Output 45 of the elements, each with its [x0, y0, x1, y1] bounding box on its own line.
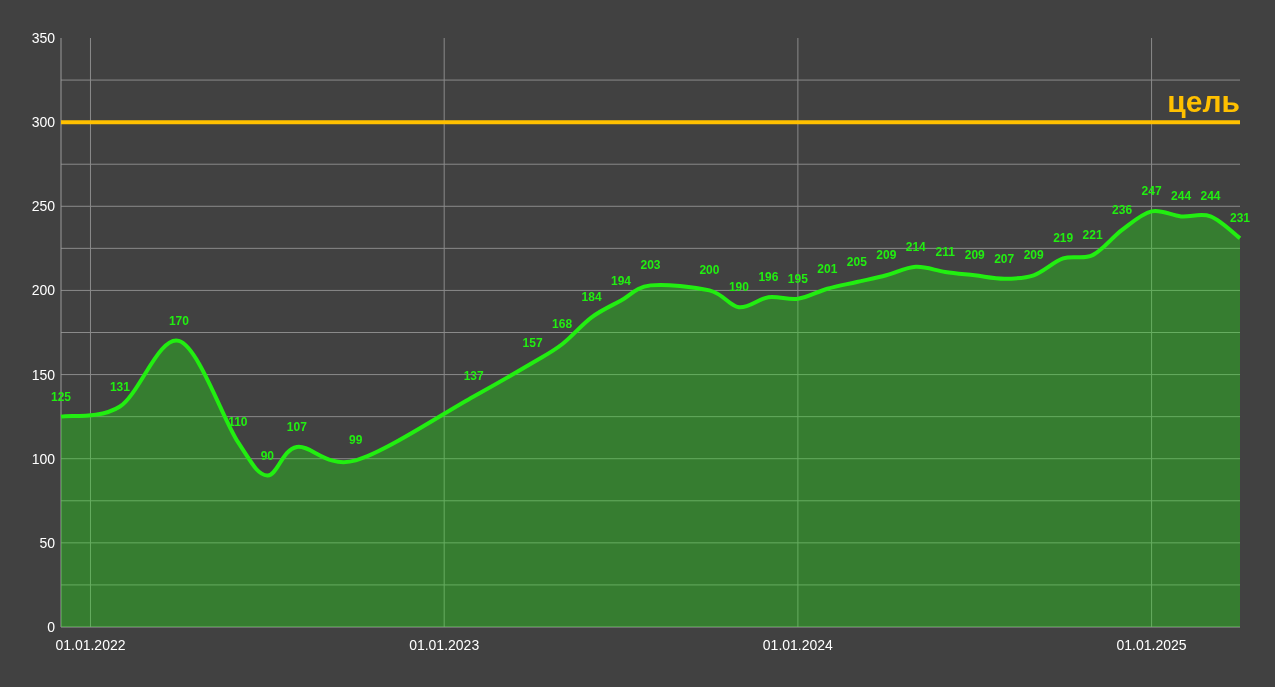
x-tick-label: 01.01.2024 — [762, 637, 833, 653]
data-label: 211 — [935, 244, 955, 259]
y-tick-label: 250 — [31, 198, 55, 215]
data-label: 170 — [168, 313, 189, 328]
data-label: 244 — [1200, 189, 1221, 204]
data-label: 110 — [228, 414, 248, 429]
data-label: 205 — [846, 255, 867, 269]
data-label: 196 — [758, 270, 779, 285]
data-label: 231 — [1230, 211, 1250, 226]
data-label: 201 — [817, 261, 838, 276]
data-label: 195 — [787, 271, 808, 286]
data-label: 214 — [905, 239, 926, 254]
y-tick-label: 300 — [31, 114, 55, 131]
data-label: 207 — [994, 251, 1015, 266]
data-label: 236 — [1112, 202, 1133, 217]
data-label: 157 — [522, 335, 543, 350]
data-label: 99 — [349, 433, 363, 448]
y-tick-label: 200 — [31, 282, 55, 299]
data-label: 219 — [1053, 231, 1074, 246]
data-label: 137 — [463, 369, 484, 384]
data-label: 200 — [699, 263, 720, 278]
x-tick-label: 01.01.2022 — [55, 637, 126, 653]
data-label: 168 — [552, 317, 573, 332]
x-tick-label: 01.01.2023 — [409, 637, 480, 653]
data-label: 194 — [611, 273, 632, 288]
data-label: 247 — [1141, 184, 1162, 199]
data-label: 221 — [1082, 228, 1103, 243]
y-tick-label: 50 — [39, 534, 55, 551]
data-label: 190 — [728, 280, 749, 295]
data-label: 184 — [581, 290, 602, 305]
y-tick-label: 350 — [31, 30, 55, 46]
y-tick-label: 150 — [31, 366, 55, 383]
data-label: 125 — [51, 389, 71, 404]
data-label: 203 — [640, 258, 661, 273]
data-label: 131 — [109, 379, 130, 394]
data-label: 90 — [260, 448, 274, 463]
x-tick-label: 01.01.2025 — [1116, 637, 1187, 653]
y-tick-label: 0 — [47, 619, 55, 635]
data-label: 209 — [876, 248, 897, 263]
target-label: цель — [1167, 85, 1240, 119]
data-label: 107 — [286, 419, 307, 434]
data-label: 209 — [1023, 248, 1044, 263]
data-label: 209 — [964, 248, 985, 263]
y-tick-label: 100 — [31, 450, 55, 467]
data-label: 244 — [1171, 189, 1192, 204]
